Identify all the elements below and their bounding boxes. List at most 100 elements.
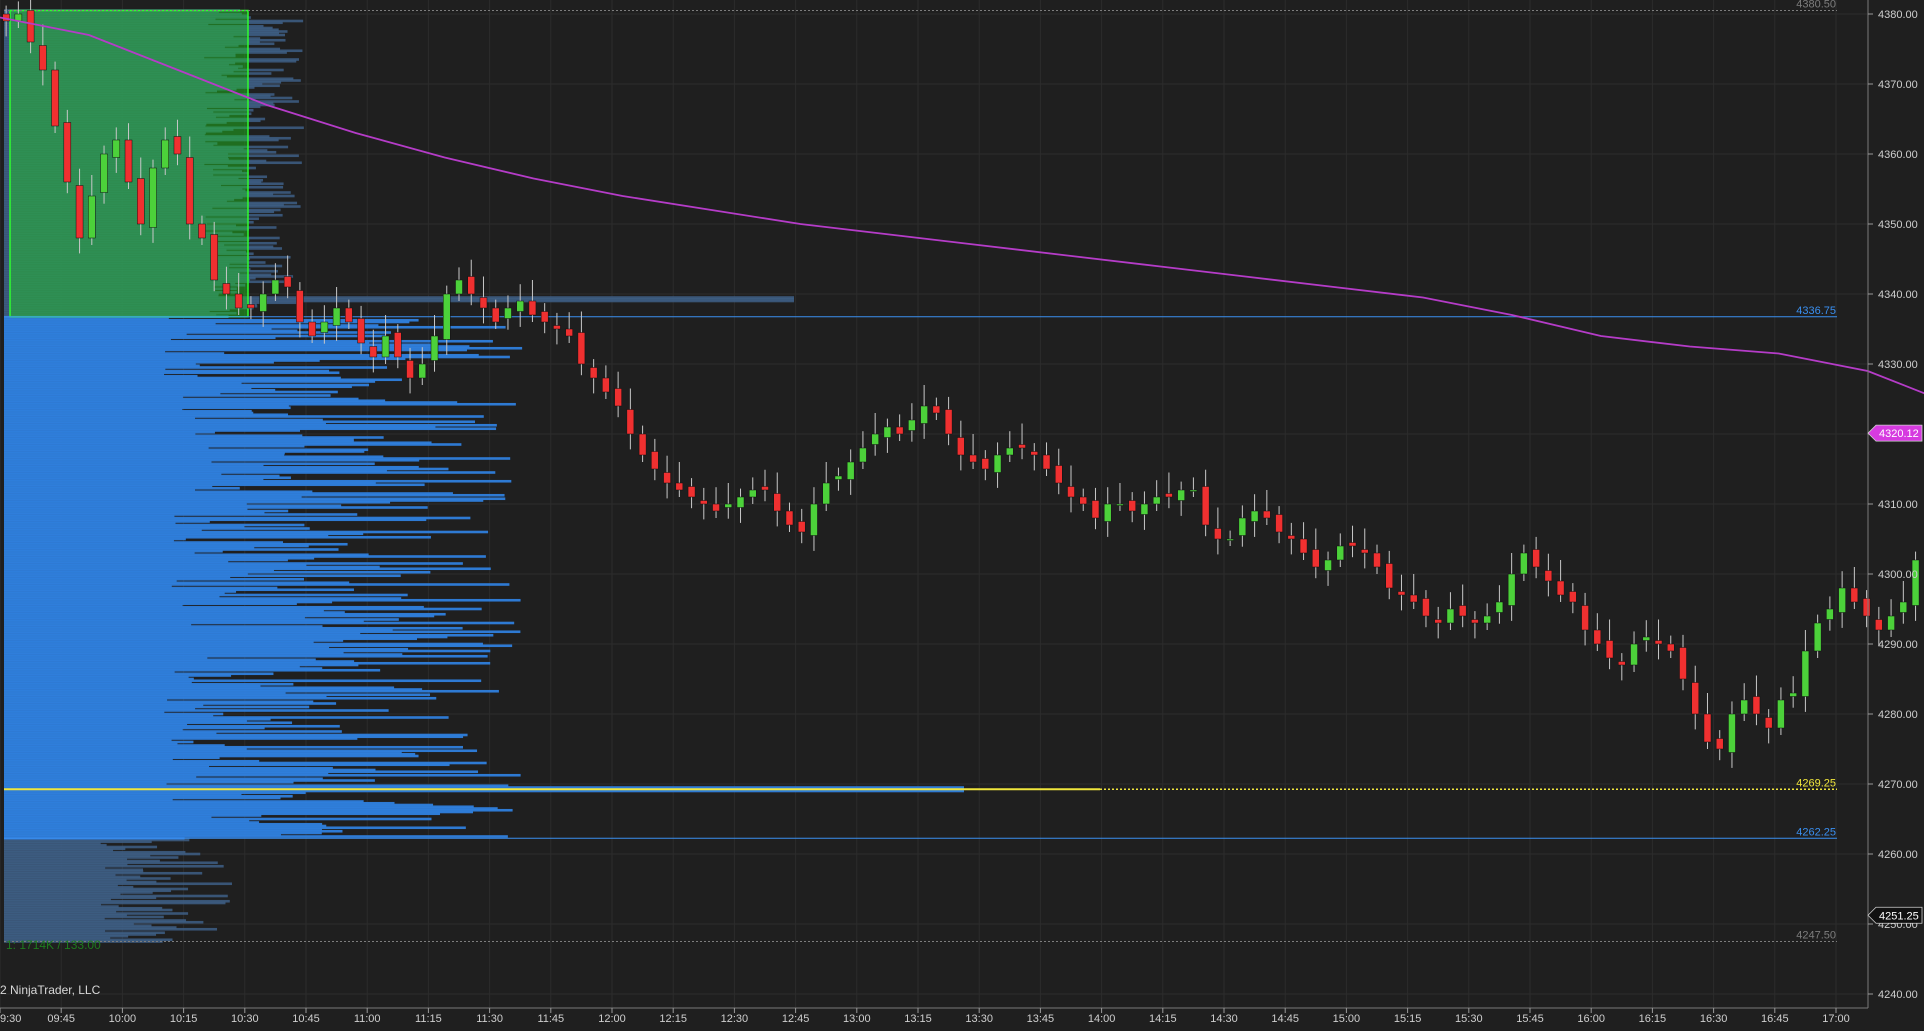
candle-down [1850, 587, 1859, 603]
time-tick-label: 17:00 [1822, 1013, 1850, 1025]
candle-up [1777, 699, 1785, 729]
candle-up [1116, 503, 1124, 506]
candle-down [638, 433, 647, 456]
time-tick-label: 11:00 [354, 1013, 381, 1025]
candle-down [75, 185, 84, 239]
candle-down [1434, 619, 1442, 624]
candle-down [63, 122, 72, 183]
candle-down [479, 297, 488, 309]
time-tick-label: 14:00 [1088, 1013, 1116, 1025]
candle-up [736, 496, 745, 508]
time-tick-label: 10:45 [292, 1013, 320, 1025]
candle-up [1324, 559, 1332, 571]
candle-down [1385, 563, 1393, 589]
vwap-price-marker-text: 4320.12 [1879, 428, 1919, 440]
candle-up [1887, 615, 1895, 631]
candle-up [1177, 489, 1185, 501]
candle-down [687, 486, 696, 498]
candle-down [1287, 535, 1296, 540]
candle-up [1006, 447, 1014, 456]
time-tick-label: 09:45 [47, 1013, 75, 1025]
candle-up [88, 195, 96, 239]
candle-down [1030, 451, 1039, 456]
level-label: 4336.75 [1796, 305, 1836, 317]
candle-up [161, 139, 169, 169]
candle-down [1544, 570, 1553, 582]
candle-down [394, 332, 402, 358]
price-tick-label: 4280.00 [1878, 709, 1918, 721]
candle-down [345, 307, 353, 323]
candle-up [1103, 503, 1112, 522]
candle-down [1862, 598, 1871, 617]
candle-down [247, 304, 255, 309]
level-label: 4262.25 [1796, 826, 1836, 838]
candle-down [1703, 713, 1712, 743]
candle-up [149, 167, 157, 228]
candle-down [895, 426, 904, 435]
candle-up [1226, 538, 1234, 541]
candle-up [908, 419, 916, 431]
candle-down [1605, 640, 1614, 659]
price-tick-label: 4300.00 [1878, 569, 1918, 581]
candle-down [1091, 500, 1100, 519]
candle-down [602, 377, 610, 393]
time-tick-label: 16:45 [1761, 1013, 1789, 1025]
candle-up [846, 461, 855, 480]
candle-down [296, 290, 304, 323]
candle-down [26, 10, 35, 43]
candle-up [920, 405, 928, 424]
candle-up [993, 454, 1002, 473]
price-tick-label: 4380.00 [1878, 9, 1918, 21]
candle-up [1238, 517, 1247, 536]
time-tick-label: 10:00 [109, 1013, 137, 1025]
candle-up [443, 293, 451, 340]
candle-up [332, 307, 341, 326]
candle-up [259, 293, 267, 312]
price-tick-label: 4330.00 [1878, 359, 1918, 371]
candle-down [1715, 738, 1724, 750]
candle-up [430, 335, 439, 361]
candle-down [1691, 682, 1699, 715]
candle-down [944, 409, 953, 435]
candle-down [1875, 619, 1883, 631]
candle-down [553, 325, 561, 330]
candle-down [957, 437, 965, 456]
candle-down [675, 482, 684, 491]
time-tick-label: 11:15 [415, 1013, 442, 1025]
candle-up [1630, 643, 1638, 666]
candle-up [455, 279, 463, 295]
vwap-price-marker: 4320.12 [1867, 424, 1923, 442]
level-label: 4269.25 [1796, 777, 1836, 789]
candle-down [51, 69, 59, 127]
candle-up [1483, 615, 1491, 624]
candle-down [577, 332, 586, 365]
candle-down [700, 500, 708, 505]
candlestick-chart[interactable]: 4380.50 4336.75 4269.25 4262.25 4247.50 4240.… [0, 0, 1924, 1026]
time-tick-label: 9:30 [0, 1013, 21, 1025]
time-tick-label: 15:00 [1333, 1013, 1361, 1025]
candle-down [1275, 514, 1283, 533]
candle-down [1361, 549, 1369, 554]
candle-down [1128, 500, 1136, 512]
candle-down [234, 293, 243, 309]
candle-down [589, 367, 598, 379]
time-tick-label: 16:00 [1577, 1013, 1605, 1025]
chart-root[interactable]: 4380.50 4336.75 4269.25 4262.25 4247.50 4240.… [0, 0, 1924, 1026]
price-tick-label: 4260.00 [1878, 849, 1918, 861]
candle-up [883, 426, 892, 438]
time-tick-label: 12:45 [782, 1013, 810, 1025]
candle-up [1495, 601, 1504, 613]
level-label: 4247.50 [1796, 930, 1836, 942]
candle-down [651, 451, 659, 470]
candle-up [1899, 601, 1908, 613]
candle-down [761, 486, 769, 491]
candle-down [1067, 486, 1075, 498]
candle-up [1801, 650, 1810, 697]
time-tick-label: 14:30 [1210, 1013, 1238, 1025]
candle-up [1189, 489, 1198, 492]
candle-up [271, 279, 280, 295]
candle-down [222, 283, 231, 295]
candle-down [797, 521, 806, 533]
candle-down [357, 318, 365, 344]
candle-down [1654, 640, 1663, 645]
